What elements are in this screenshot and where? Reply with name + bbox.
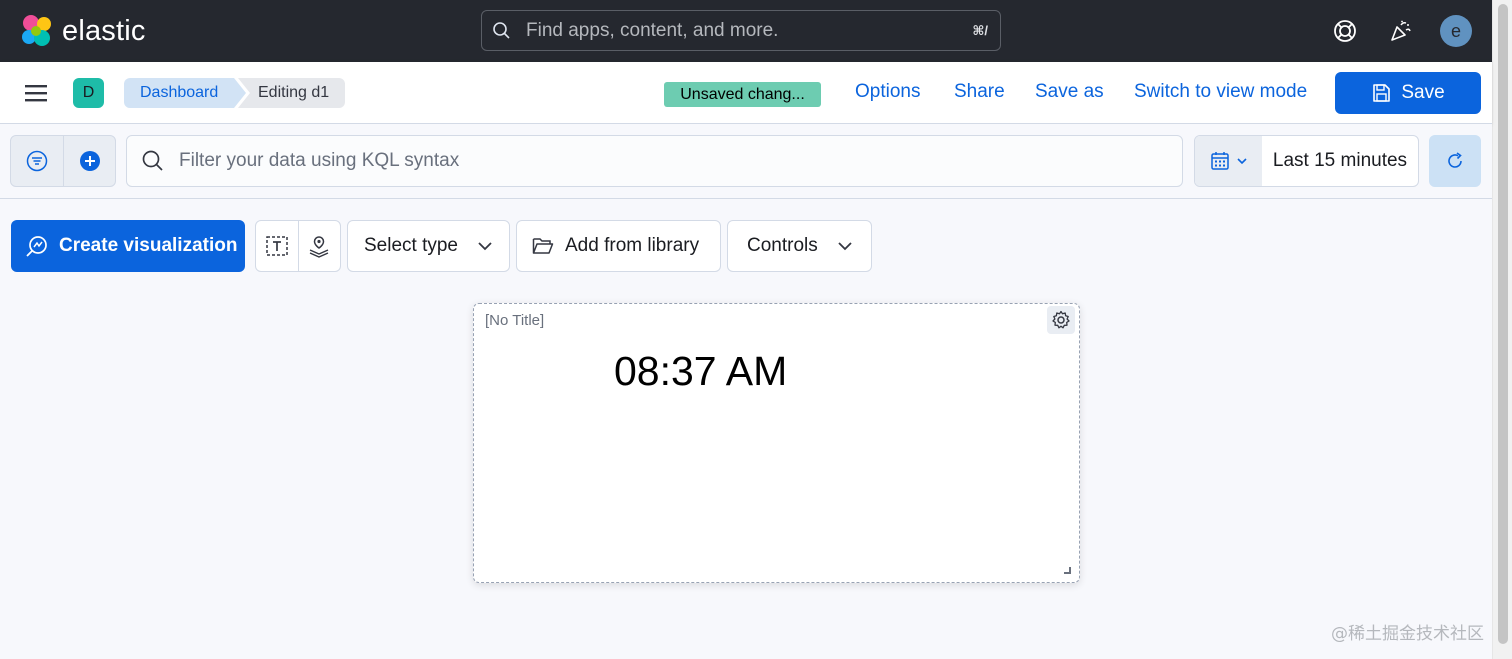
- search-placeholder: Find apps, content, and more.: [526, 19, 779, 41]
- controls-label: Controls: [747, 235, 818, 256]
- gear-icon[interactable]: [1047, 306, 1075, 334]
- visualize-app-icon: [26, 236, 47, 257]
- clock-value: 08:37 AM: [614, 348, 788, 394]
- dashboard-panel[interactable]: [No Title] 08:37 AM: [473, 303, 1080, 583]
- chevron-down-icon: [838, 242, 852, 251]
- panel-title: [No Title]: [485, 312, 545, 329]
- search-shortcut: ⌘/: [972, 22, 988, 38]
- app-menu-bar: D Dashboard Editing d1 Unsaved chang... …: [0, 62, 1492, 124]
- folder-open-icon: [532, 238, 554, 254]
- save-as-link[interactable]: Save as: [1035, 81, 1104, 103]
- global-header: elastic Find apps, content, and more. ⌘/: [0, 0, 1492, 62]
- kql-placeholder: Filter your data using KQL syntax: [179, 150, 460, 171]
- refresh-button[interactable]: [1429, 135, 1481, 187]
- add-from-library-button[interactable]: Add from library: [516, 220, 721, 272]
- share-link[interactable]: Share: [954, 81, 1005, 103]
- controls-dropdown[interactable]: Controls: [727, 220, 872, 272]
- saved-query-menu-icon[interactable]: [11, 136, 63, 186]
- help-icon[interactable]: [1328, 14, 1362, 48]
- save-button[interactable]: Save: [1335, 72, 1481, 114]
- search-icon: [142, 150, 163, 171]
- breadcrumb-editing: Editing d1: [238, 78, 346, 108]
- create-visualization-button[interactable]: Create visualization: [11, 220, 245, 272]
- add-filter-icon[interactable]: [63, 136, 115, 186]
- kql-search-input[interactable]: Filter your data using KQL syntax: [126, 135, 1183, 187]
- maps-icon[interactable]: [297, 221, 340, 271]
- save-icon: [1373, 84, 1391, 102]
- page-scrollbar[interactable]: [1492, 0, 1512, 659]
- elastic-logo-icon: [22, 15, 51, 46]
- time-picker: Last 15 minutes: [1194, 135, 1419, 187]
- refresh-icon: [1448, 152, 1462, 168]
- elastic-logo[interactable]: elastic: [20, 14, 146, 48]
- text-panel-icon[interactable]: [256, 221, 298, 271]
- filter-buttons: [10, 135, 116, 187]
- unsaved-changes-badge[interactable]: Unsaved chang...: [664, 82, 821, 107]
- watermark: @稀土掘金技术社区: [1331, 624, 1484, 644]
- query-bar: Filter your data using KQL syntax Last 1…: [0, 124, 1492, 199]
- save-button-label: Save: [1401, 82, 1445, 103]
- calendar-icon: [1210, 152, 1229, 170]
- hamburger-menu-icon[interactable]: [22, 80, 50, 106]
- resize-handle-icon[interactable]: [1064, 567, 1071, 574]
- user-avatar[interactable]: e: [1440, 15, 1472, 47]
- quick-create-buttons: [255, 220, 341, 272]
- scrollbar-thumb[interactable]: [1498, 4, 1508, 644]
- space-avatar[interactable]: D: [73, 78, 104, 108]
- global-search-input[interactable]: Find apps, content, and more. ⌘/: [481, 10, 1001, 51]
- select-type-label: Select type: [364, 235, 458, 256]
- search-icon: [493, 21, 510, 39]
- chevron-down-icon: [478, 242, 492, 251]
- time-range-label[interactable]: Last 15 minutes: [1262, 136, 1418, 186]
- add-from-library-label: Add from library: [565, 235, 700, 256]
- options-link[interactable]: Options: [855, 81, 920, 103]
- chevron-down-icon: [1236, 158, 1247, 165]
- breadcrumb-dashboard[interactable]: Dashboard: [124, 78, 247, 108]
- create-visualization-label: Create visualization: [59, 235, 238, 256]
- select-type-dropdown[interactable]: Select type: [347, 220, 510, 272]
- news-feed-icon[interactable]: [1384, 14, 1418, 48]
- switch-to-view-mode-link[interactable]: Switch to view mode: [1134, 81, 1307, 103]
- quick-select-button[interactable]: [1195, 136, 1262, 186]
- brand-name: elastic: [62, 14, 146, 47]
